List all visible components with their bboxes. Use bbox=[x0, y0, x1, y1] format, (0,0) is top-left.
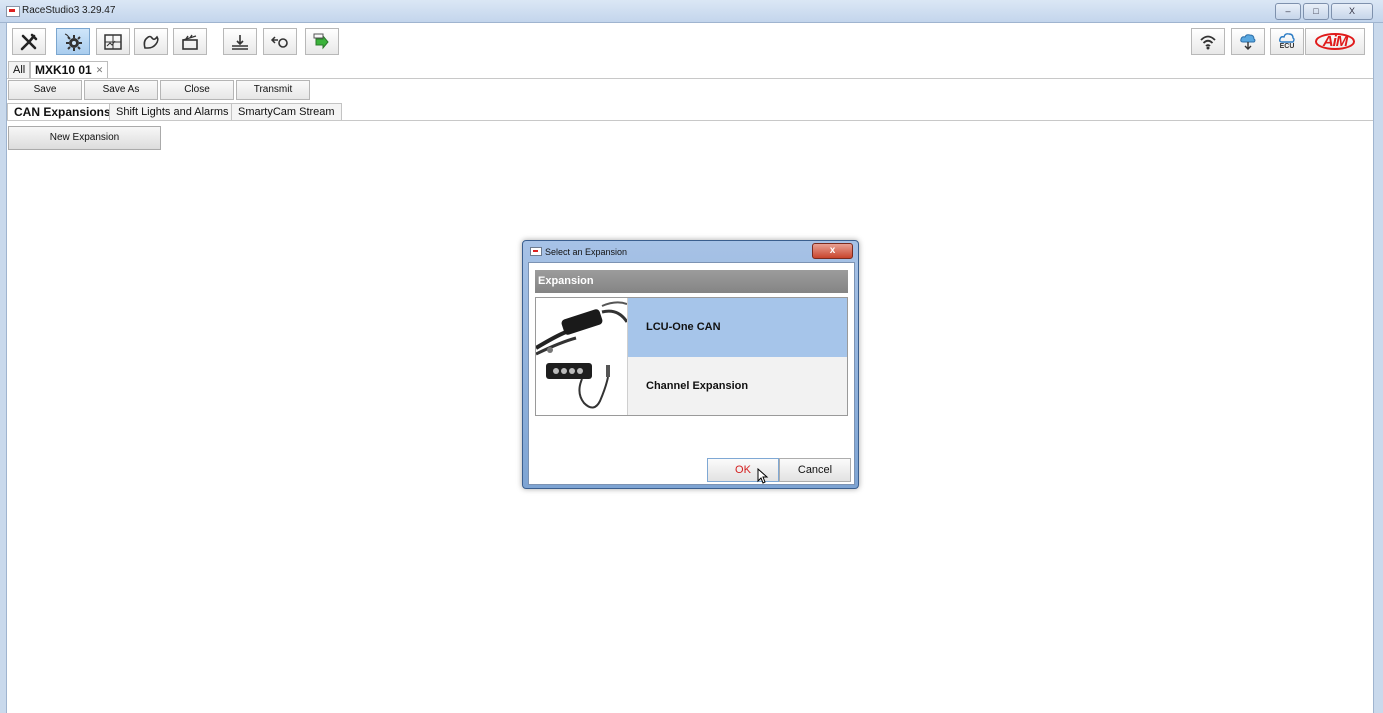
dialog-close-button[interactable]: x bbox=[812, 243, 853, 259]
ecu-label: ECU bbox=[1279, 43, 1295, 50]
list-item-lcu-one-can[interactable]: LCU-One CAN bbox=[536, 298, 847, 358]
dialog-app-icon bbox=[530, 247, 542, 256]
aim-logo[interactable]: AiM bbox=[1305, 28, 1365, 55]
list-item-label: LCU-One CAN bbox=[646, 321, 721, 333]
save-button[interactable]: Save bbox=[8, 80, 82, 100]
tab-label: MXK10 01 bbox=[35, 63, 92, 77]
maximize-button[interactable]: □ bbox=[1303, 3, 1329, 20]
download-icon[interactable] bbox=[223, 28, 257, 55]
window-controls: – □ X bbox=[1275, 3, 1373, 20]
ecu-cloud-icon[interactable]: ECU bbox=[1270, 28, 1304, 55]
list-item-label: Channel Expansion bbox=[646, 380, 749, 392]
tab-smartycam-stream[interactable]: SmartyCam Stream bbox=[231, 103, 342, 120]
channel-expansion-image bbox=[536, 357, 628, 415]
save-as-button[interactable]: Save As bbox=[84, 80, 158, 100]
list-item-channel-expansion[interactable]: Channel Expansion bbox=[536, 357, 847, 415]
dialog-title: Select an Expansion bbox=[545, 247, 628, 257]
tab-mxk10-01[interactable]: MXK10 01 ✕ bbox=[30, 61, 109, 78]
device-config-icon[interactable] bbox=[56, 28, 90, 55]
dashboard-icon[interactable] bbox=[96, 28, 130, 55]
device-tabs: All MXK10 01 ✕ bbox=[7, 60, 1373, 79]
dialog-body: Expansion LCU-One CAN Channel Expansion … bbox=[528, 262, 855, 485]
track-icon[interactable] bbox=[134, 28, 168, 55]
tab-can-expansions[interactable]: CAN Expansions bbox=[7, 103, 118, 120]
main-toolbar: ECU AiM bbox=[7, 25, 1373, 59]
live-measures-icon[interactable] bbox=[263, 28, 297, 55]
transmit-button[interactable]: Transmit bbox=[236, 80, 310, 100]
transfer-icon[interactable] bbox=[305, 28, 339, 55]
app-icon bbox=[6, 6, 20, 17]
select-expansion-dialog: Select an Expansion x Expansion LCU-One … bbox=[522, 240, 859, 489]
close-window-button[interactable]: X bbox=[1331, 3, 1373, 20]
clapper-icon[interactable] bbox=[173, 28, 207, 55]
wrench-icon[interactable] bbox=[12, 28, 46, 55]
aim-logo-text: AiM bbox=[1314, 33, 1356, 50]
dialog-title-bar: Select an Expansion x bbox=[523, 241, 858, 260]
new-expansion-button[interactable]: New Expansion bbox=[8, 126, 161, 150]
cloud-update-icon[interactable] bbox=[1231, 28, 1265, 55]
expansion-list: LCU-One CAN Channel Expansion bbox=[535, 297, 848, 416]
lcu-one-can-image bbox=[536, 298, 628, 357]
tab-shift-lights-alarms[interactable]: Shift Lights and Alarms bbox=[109, 103, 236, 120]
window-title: RaceStudio3 3.29.47 bbox=[22, 5, 116, 16]
mouse-cursor-icon bbox=[757, 468, 769, 484]
cancel-button[interactable]: Cancel bbox=[779, 458, 851, 482]
expansion-list-header: Expansion bbox=[535, 270, 848, 293]
tab-close-icon[interactable]: ✕ bbox=[96, 65, 104, 75]
close-button[interactable]: Close bbox=[160, 80, 234, 100]
wifi-icon[interactable] bbox=[1191, 28, 1225, 55]
tab-all[interactable]: All bbox=[8, 61, 31, 78]
section-tabs: CAN Expansions Shift Lights and Alarms S… bbox=[7, 103, 1373, 121]
minimize-button[interactable]: – bbox=[1275, 3, 1301, 20]
window-title-bar: RaceStudio3 3.29.47 – □ X bbox=[0, 0, 1383, 23]
